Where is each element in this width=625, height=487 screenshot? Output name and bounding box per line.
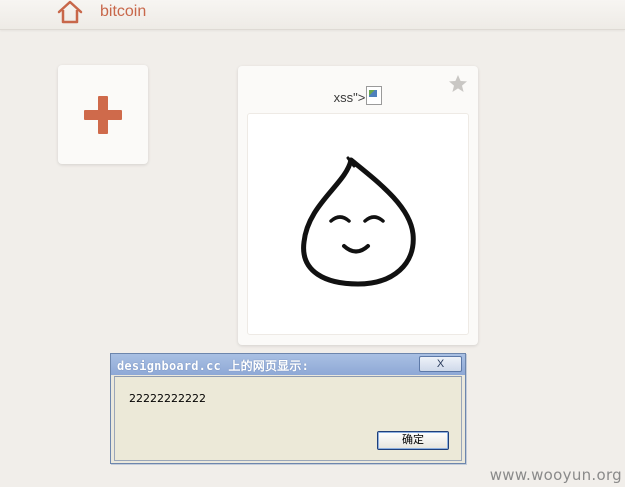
watermark: www.wooyun.org [489, 466, 622, 484]
board-card[interactable]: xss"> [238, 66, 478, 345]
board-title-text: xss"> [333, 90, 366, 105]
broken-image-icon [366, 86, 383, 105]
smiling-drop-icon [301, 156, 416, 287]
ok-button[interactable]: 确定 [377, 431, 449, 450]
alert-dialog: designboard.cc 上的网页显示: X 22222222222 确定 [110, 353, 466, 464]
top-bar: bitcoin [0, 0, 625, 30]
add-board-button[interactable] [58, 65, 148, 164]
board-preview[interactable] [247, 113, 469, 335]
star-icon[interactable] [448, 74, 468, 94]
board-title: xss"> [238, 86, 478, 105]
dialog-titlebar[interactable]: designboard.cc 上的网页显示: X [111, 354, 465, 375]
close-button[interactable]: X [419, 356, 462, 372]
dialog-message: 22222222222 [129, 392, 206, 405]
dialog-title: designboard.cc 上的网页显示: [117, 359, 309, 373]
brand-link[interactable]: bitcoin [100, 3, 146, 21]
home-icon[interactable] [56, 0, 84, 24]
dialog-body: 22222222222 确定 [114, 376, 462, 461]
